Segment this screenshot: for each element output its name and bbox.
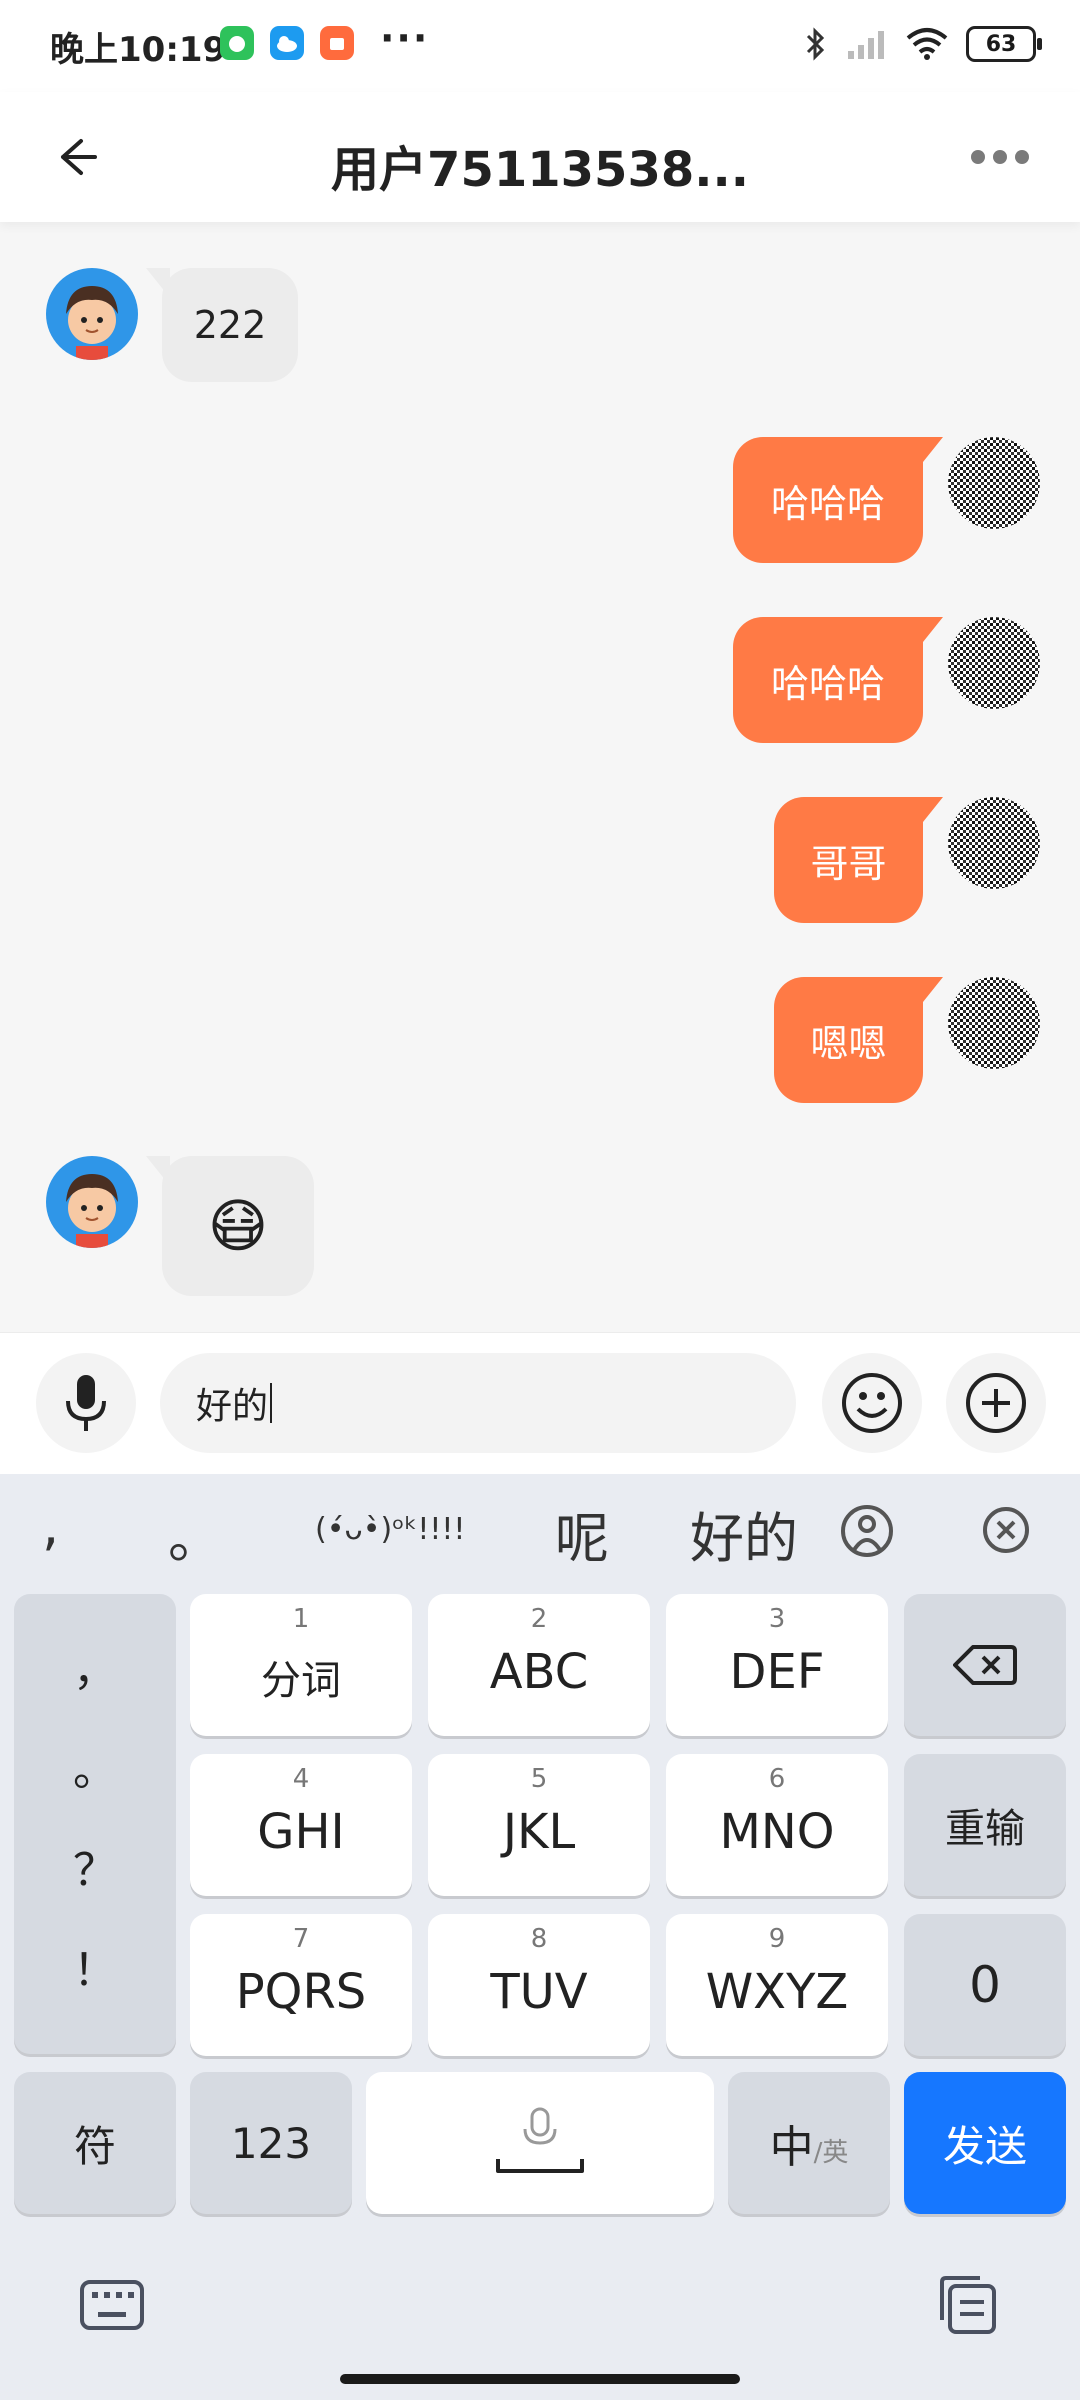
key-9[interactable]: 9 WXYZ — [666, 1914, 888, 2056]
key-8[interactable]: 8 TUV — [428, 1914, 650, 2056]
message-text: 222 — [193, 303, 267, 347]
space-mic-icon — [496, 2107, 584, 2173]
plus-circle-icon — [966, 1373, 1026, 1433]
message-text: 哈哈哈 — [770, 481, 885, 526]
voice-button[interactable] — [36, 1353, 136, 1453]
backspace-key[interactable] — [904, 1594, 1066, 1736]
my-avatar[interactable] — [948, 977, 1040, 1069]
app-notification-icon — [220, 26, 254, 60]
message-bubble-incoming[interactable]: 222 — [146, 268, 298, 382]
bluetooth-icon — [806, 27, 825, 61]
status-bar: 晚上10:19 ··· 63 — [0, 0, 1080, 92]
punct-exclaim[interactable]: ！ — [14, 1934, 176, 1998]
message-text: 哈哈哈 — [770, 661, 885, 706]
candidate-item[interactable]: 呢 — [555, 1494, 609, 1573]
back-button[interactable] — [40, 122, 110, 192]
wifi-icon — [906, 28, 948, 60]
chat-title: 用户75113538... — [331, 142, 749, 198]
key-2[interactable]: 2 ABC — [428, 1594, 650, 1736]
contact-avatar[interactable] — [46, 1156, 138, 1248]
key-3[interactable]: 3 DEF — [666, 1594, 888, 1736]
handwriting-icon[interactable] — [836, 1500, 898, 1562]
key-1[interactable]: 1 分词 — [190, 1594, 412, 1736]
candidate-item[interactable]: (•́ᴗ•̀)ᵒᵏ!!!! — [315, 1512, 465, 1547]
home-indicator[interactable] — [340, 2374, 740, 2384]
battery-indicator: 63 — [966, 26, 1042, 62]
candidate-bar: , 。 (•́ᴗ•̀)ᵒᵏ!!!! 呢 好的 — [0, 1474, 1080, 1584]
my-avatar[interactable] — [948, 797, 1040, 889]
symbols-key[interactable]: 符 — [14, 2072, 176, 2214]
close-keyboard-icon[interactable] — [980, 1504, 1032, 1556]
message-bubble-outgoing[interactable]: 哥哥 — [774, 797, 943, 923]
punct-period[interactable]: 。 — [14, 1734, 176, 1798]
status-time: 晚上10:19 — [50, 30, 227, 70]
text-caret — [270, 1383, 273, 1423]
emoji-message: 😷 — [207, 1192, 269, 1260]
arrow-left-icon — [61, 139, 97, 175]
punctuation-column[interactable]: ， 。 ？ ！ — [14, 1594, 176, 2054]
backspace-icon — [953, 1645, 1017, 1685]
punct-comma[interactable]: ， — [14, 1634, 176, 1698]
microphone-icon — [66, 1375, 106, 1431]
my-avatar[interactable] — [948, 617, 1040, 709]
reenter-key[interactable]: 重输 — [904, 1754, 1066, 1896]
more-button[interactable] — [960, 132, 1040, 182]
message-input-value: 好的 — [196, 1386, 269, 1427]
clipboard-icon[interactable] — [934, 2272, 1000, 2338]
message-bubble-outgoing[interactable]: 哈哈哈 — [733, 617, 943, 743]
more-dots-icon — [971, 150, 985, 164]
contact-avatar[interactable] — [46, 268, 138, 360]
lang-sub-label: /英 — [813, 2137, 849, 2168]
candidate-item[interactable]: , — [42, 1494, 59, 1557]
candidate-item[interactable]: 。 — [168, 1494, 222, 1573]
key-6[interactable]: 6 MNO — [666, 1754, 888, 1896]
input-bar: 好的 — [0, 1332, 1080, 1474]
chat-header: 用户75113538... — [0, 92, 1080, 222]
numbers-key[interactable]: 123 — [190, 2072, 352, 2214]
cloud-notification-icon — [270, 26, 304, 60]
send-key[interactable]: 发送 — [904, 2072, 1066, 2214]
shop-notification-icon — [320, 26, 354, 60]
emoji-button[interactable] — [822, 1353, 922, 1453]
punct-question[interactable]: ？ — [14, 1834, 176, 1898]
message-bubble-incoming[interactable]: 😷 — [146, 1156, 314, 1296]
lang-main-label: 中 — [769, 2122, 814, 2173]
zero-key[interactable]: 0 — [904, 1914, 1066, 2056]
signal-icon — [848, 31, 884, 59]
key-5[interactable]: 5 JKL — [428, 1754, 650, 1896]
smiley-icon — [842, 1373, 902, 1433]
keyboard-icon[interactable] — [78, 2276, 146, 2334]
key-4[interactable]: 4 GHI — [190, 1754, 412, 1896]
plus-button[interactable] — [946, 1353, 1046, 1453]
message-text: 哥哥 — [810, 841, 887, 886]
message-bubble-outgoing[interactable]: 嗯嗯 — [774, 977, 943, 1103]
language-switch-key[interactable]: 中 /英 — [728, 2072, 890, 2214]
message-text: 嗯嗯 — [810, 1021, 887, 1066]
key-7[interactable]: 7 PQRS — [190, 1914, 412, 2056]
message-input[interactable]: 好的 — [160, 1353, 796, 1453]
space-key[interactable] — [366, 2072, 714, 2214]
message-bubble-outgoing[interactable]: 哈哈哈 — [733, 437, 943, 563]
candidate-item[interactable]: 好的 — [690, 1494, 798, 1573]
status-more: ··· — [380, 16, 430, 60]
my-avatar[interactable] — [948, 437, 1040, 529]
